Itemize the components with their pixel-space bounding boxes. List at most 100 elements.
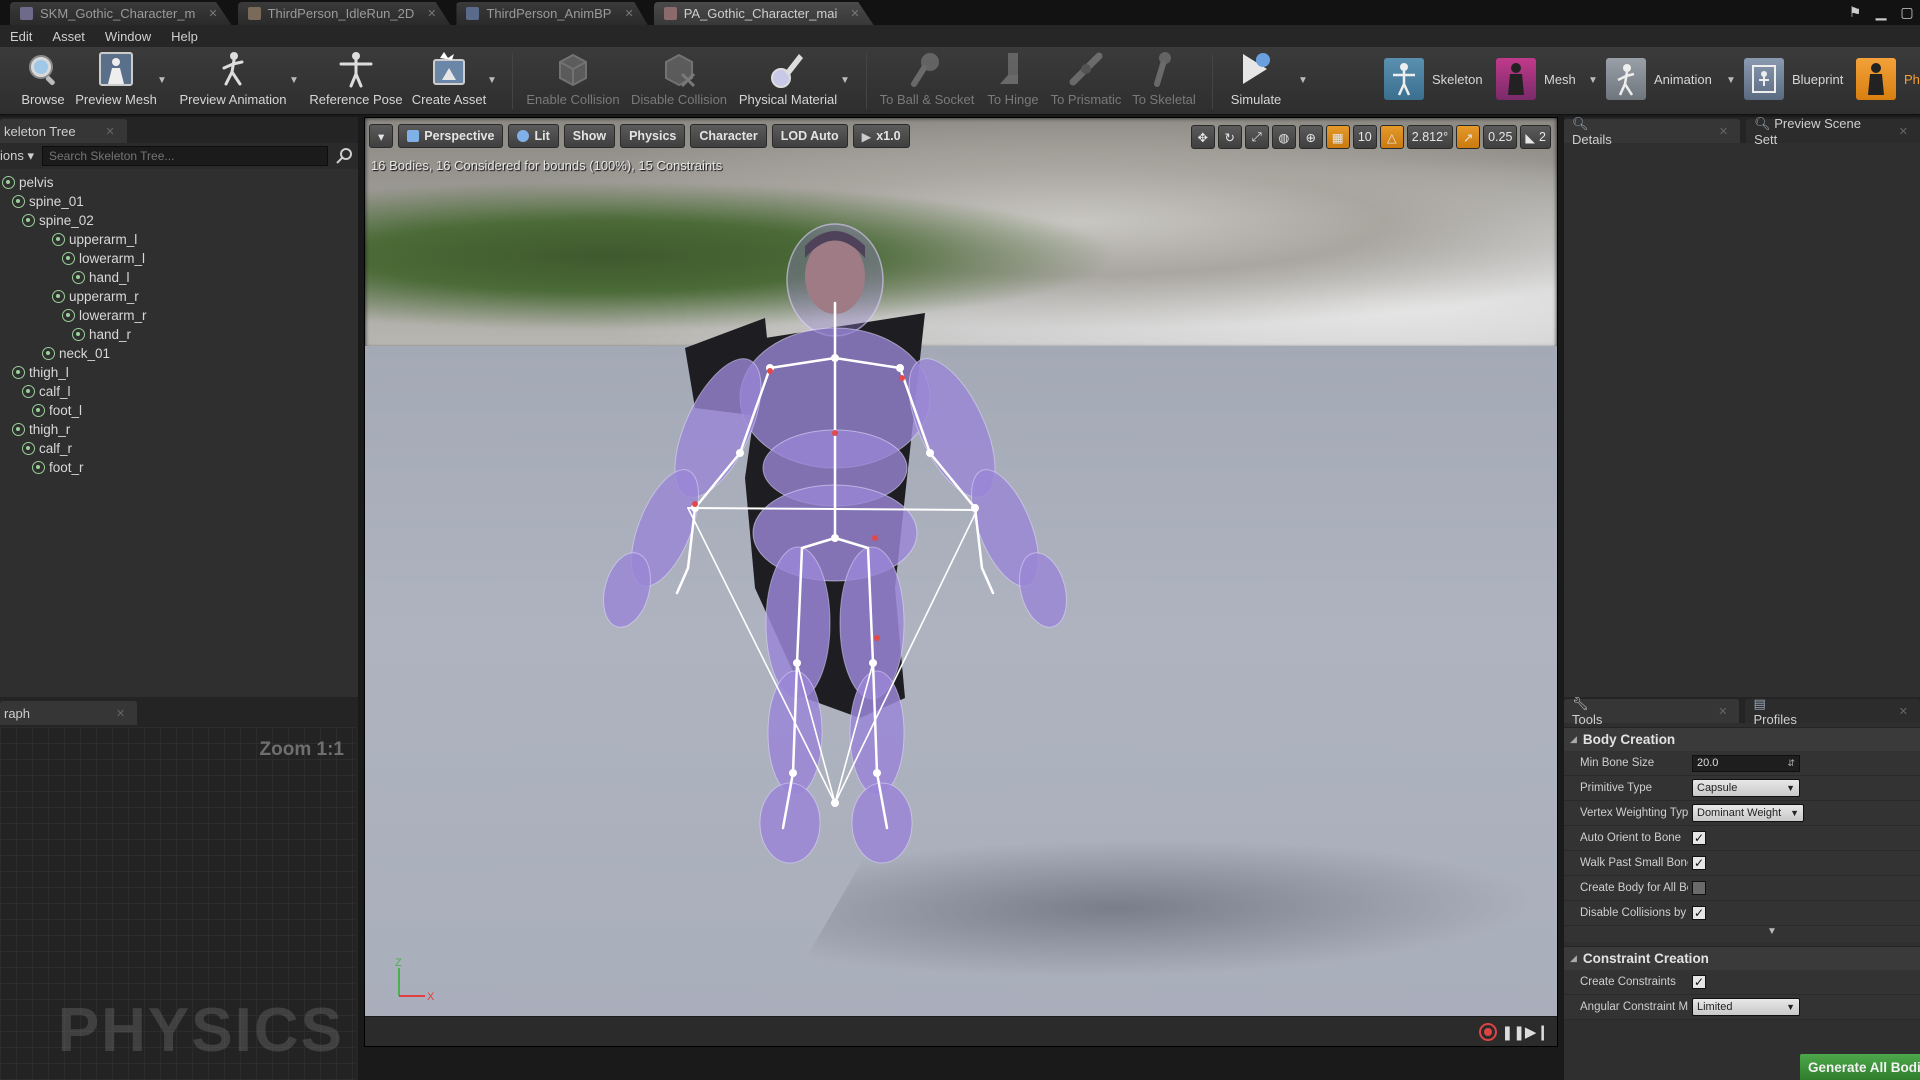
menu-window[interactable]: Window (95, 29, 161, 44)
mode-skeleton-button[interactable]: Skeleton (1384, 57, 1483, 101)
tab-anim-blueprint[interactable]: ThirdPerson_AnimBP ✕ (456, 2, 648, 25)
pause-icon[interactable]: ❚❚ (1502, 1024, 1525, 1041)
disable-collision-button[interactable]: Disable Collision (630, 51, 728, 111)
close-icon[interactable]: ✕ (116, 707, 125, 720)
close-icon[interactable]: ✕ (106, 125, 115, 138)
close-icon[interactable]: ✕ (1899, 705, 1908, 718)
tab-details[interactable]: 🔍︎ Details ✕ (1564, 116, 1741, 147)
world-space-icon[interactable]: ◍ (1271, 125, 1296, 149)
rotation-snap-value[interactable]: 2.812° (1406, 125, 1454, 149)
tab-skeletal-mesh[interactable]: SKM_Gothic_Character_m ✕ (10, 2, 232, 25)
skeleton-tree-row[interactable]: thigh_l (0, 363, 358, 382)
mode-mesh-button[interactable]: Mesh (1496, 57, 1576, 101)
record-icon[interactable] (1479, 1023, 1497, 1041)
generate-all-bodies-button[interactable]: Generate All Bodies (1800, 1054, 1920, 1080)
constraint-creation-header[interactable]: ◢ Constraint Creation (1564, 946, 1920, 970)
advanced-expander[interactable]: ▼ (1564, 926, 1920, 942)
skeleton-tree-row[interactable]: hand_l (0, 268, 358, 287)
tab-physics-asset[interactable]: PA_Gothic_Character_mai ✕ (653, 2, 874, 25)
feedback-icon[interactable]: ⚑ (1846, 4, 1864, 21)
close-icon[interactable]: ✕ (208, 7, 217, 20)
viewport-options-button[interactable]: ▾ (369, 124, 394, 148)
search-icon[interactable] (336, 147, 354, 165)
walk-past-checkbox[interactable]: ✓ (1692, 856, 1706, 870)
close-icon[interactable]: ✕ (1719, 125, 1728, 138)
create-body-checkbox[interactable] (1692, 881, 1706, 895)
animation-dropdown-icon[interactable]: ▼ (1726, 75, 1736, 86)
lod-button[interactable]: LOD Auto (771, 124, 848, 148)
tab-profiles[interactable]: ▤ Profiles ✕ (1745, 696, 1920, 727)
skeleton-tree-row[interactable]: calf_l (0, 382, 358, 401)
body-creation-header[interactable]: ◢ Body Creation (1564, 727, 1920, 751)
preview-mesh-dropdown-icon[interactable]: ▼ (157, 75, 167, 86)
playback-speed-button[interactable]: ▶ x1.0 (852, 124, 910, 148)
grid-snap-value[interactable]: 10 (1352, 125, 1377, 149)
disable-collisions-checkbox[interactable]: ✓ (1692, 906, 1706, 920)
skeleton-tree-row[interactable]: pelvis (0, 173, 358, 192)
tab-blendspace[interactable]: ThirdPerson_IdleRun_2D ✕ (237, 2, 451, 25)
character-physics-bodies[interactable] (365, 118, 1558, 1047)
create-asset-dropdown-icon[interactable]: ▼ (487, 75, 497, 86)
tab-graph[interactable]: raph ✕ (0, 701, 138, 725)
skeleton-tree-row[interactable]: hand_r (0, 325, 358, 344)
primitive-type-dropdown[interactable]: Capsule ▼ (1692, 779, 1800, 797)
enable-collision-button[interactable]: Enable Collision (525, 51, 621, 111)
close-icon[interactable]: ✕ (624, 7, 633, 20)
scale-icon[interactable]: ⤢ (1244, 125, 1269, 149)
skeleton-tree-row[interactable]: foot_l (0, 401, 358, 420)
skeleton-options-dropdown[interactable]: ions ▾ (0, 148, 34, 164)
physical-material-dropdown-icon[interactable]: ▼ (840, 75, 850, 86)
skeleton-tree-row[interactable]: thigh_r (0, 420, 358, 439)
mesh-dropdown-icon[interactable]: ▼ (1588, 75, 1598, 86)
skeleton-tree-row[interactable]: spine_02 (0, 211, 358, 230)
close-icon[interactable]: ✕ (850, 7, 859, 20)
close-icon[interactable]: ✕ (1899, 125, 1908, 138)
to-ball-socket-button[interactable]: To Ball & Socket (878, 51, 976, 111)
mode-animation-button[interactable]: Animation (1606, 57, 1712, 101)
menu-asset[interactable]: Asset (42, 29, 95, 44)
skeleton-tree-row[interactable]: upperarm_l (0, 230, 358, 249)
scale-snap-value[interactable]: 0.25 (1483, 125, 1518, 149)
browse-button[interactable]: Browse (20, 51, 66, 111)
camera-speed-button[interactable]: ◣ 2 (1520, 125, 1551, 149)
close-icon[interactable]: ✕ (427, 7, 436, 20)
close-icon[interactable]: ✕ (1718, 705, 1727, 718)
viewport[interactable]: ▾ Perspective Lit Show Physics Character… (364, 117, 1558, 1047)
skeleton-tree-row[interactable]: upperarm_r (0, 287, 358, 306)
physics-button[interactable]: Physics (620, 124, 686, 148)
preview-animation-dropdown-icon[interactable]: ▼ (289, 75, 299, 86)
character-button[interactable]: Character (690, 124, 767, 148)
preview-mesh-button[interactable]: Preview Mesh (75, 51, 157, 111)
tab-tools[interactable]: 🔧︎ Tools ✕ (1564, 696, 1740, 727)
angular-mode-dropdown[interactable]: Limited ▼ (1692, 998, 1800, 1016)
menu-edit[interactable]: Edit (0, 29, 42, 44)
min-bone-size-field[interactable]: 20.0 ⇵ (1692, 754, 1800, 772)
to-prismatic-button[interactable]: To Prismatic (1050, 51, 1122, 111)
skeleton-tree-row[interactable]: foot_r (0, 458, 358, 477)
create-constraints-checkbox[interactable]: ✓ (1692, 975, 1706, 989)
rotate-icon[interactable]: ↻ (1217, 125, 1242, 149)
create-asset-button[interactable]: Create Asset (410, 51, 488, 111)
translate-icon[interactable]: ✥ (1190, 125, 1215, 149)
reference-pose-button[interactable]: Reference Pose (309, 51, 403, 111)
skeleton-tree-row[interactable]: calf_r (0, 439, 358, 458)
to-hinge-button[interactable]: To Hinge (982, 51, 1044, 111)
surface-snap-icon[interactable]: ⊕ (1298, 125, 1323, 149)
menu-help[interactable]: Help (161, 29, 208, 44)
simulate-button[interactable]: Simulate (1226, 51, 1286, 111)
scale-snap-icon[interactable]: ↗ (1456, 125, 1481, 149)
rotation-snap-icon[interactable]: △ (1379, 125, 1404, 149)
minimize-icon[interactable]: ▁ (1872, 4, 1890, 21)
vertex-weighting-dropdown[interactable]: Dominant Weight ▼ (1692, 804, 1804, 822)
physical-material-button[interactable]: Physical Material (738, 51, 838, 111)
grid-snap-icon[interactable]: ▦ (1325, 125, 1350, 149)
skeleton-tree-row[interactable]: neck_01 (0, 344, 358, 363)
mode-blueprint-button[interactable]: Blueprint (1744, 57, 1843, 101)
mode-physics-button[interactable]: Ph (1856, 57, 1920, 101)
skeleton-tree-row[interactable]: lowerarm_l (0, 249, 358, 268)
perspective-button[interactable]: Perspective (398, 124, 504, 148)
auto-orient-checkbox[interactable]: ✓ (1692, 831, 1706, 845)
preview-animation-button[interactable]: Preview Animation (178, 51, 288, 111)
to-skeletal-button[interactable]: To Skeletal (1128, 51, 1200, 111)
tab-skeleton-tree[interactable]: keleton Tree ✕ (0, 119, 127, 143)
